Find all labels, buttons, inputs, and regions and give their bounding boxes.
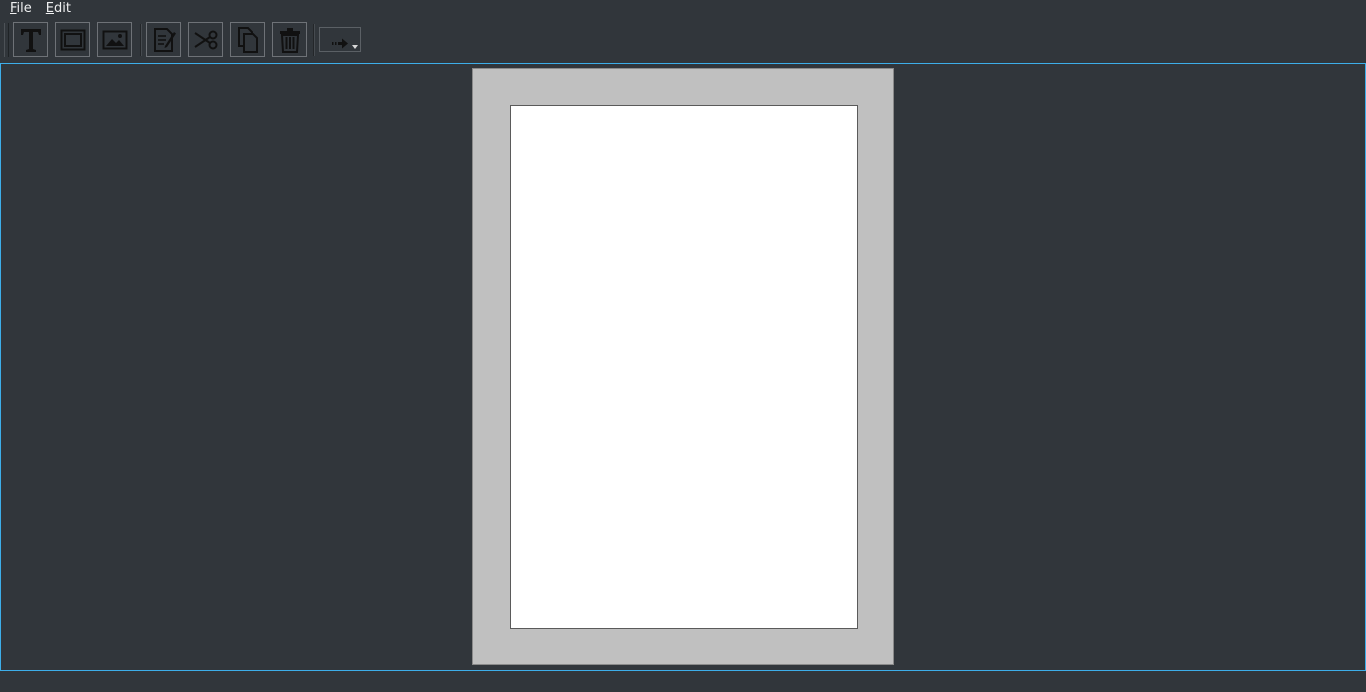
toolbar-grip[interactable] <box>4 23 9 57</box>
scissors-icon <box>192 29 220 51</box>
copy-button[interactable] <box>230 22 265 57</box>
cut-button[interactable] <box>188 22 223 57</box>
menubar: File Edit <box>0 0 1366 18</box>
toolbar <box>0 19 1366 61</box>
delete-button[interactable] <box>272 22 307 57</box>
trash-icon <box>278 26 302 54</box>
edit-button[interactable] <box>146 22 181 57</box>
edit-note-icon <box>151 26 177 54</box>
page-paper[interactable] <box>472 68 894 665</box>
menu-edit-mnemonic: E <box>45 1 54 16</box>
text-icon <box>18 26 44 54</box>
menu-file-label: ile <box>16 1 32 16</box>
chevron-down-icon <box>352 45 358 49</box>
toolbar-separator <box>140 24 142 56</box>
frame-icon <box>60 29 86 51</box>
insert-image-button[interactable] <box>97 22 132 57</box>
menu-edit-label: dit <box>54 1 71 16</box>
copy-icon <box>235 26 261 54</box>
image-icon <box>102 29 128 51</box>
page-content-area[interactable] <box>510 105 858 629</box>
menu-file[interactable]: File <box>0 0 39 18</box>
arrow-right-icon <box>332 34 349 53</box>
toolbar-separator <box>313 24 315 56</box>
mode-dropdown-button[interactable] <box>319 27 361 52</box>
insert-frame-button[interactable] <box>55 22 90 57</box>
insert-text-button[interactable] <box>13 22 48 57</box>
menu-edit[interactable]: Edit <box>39 0 78 18</box>
